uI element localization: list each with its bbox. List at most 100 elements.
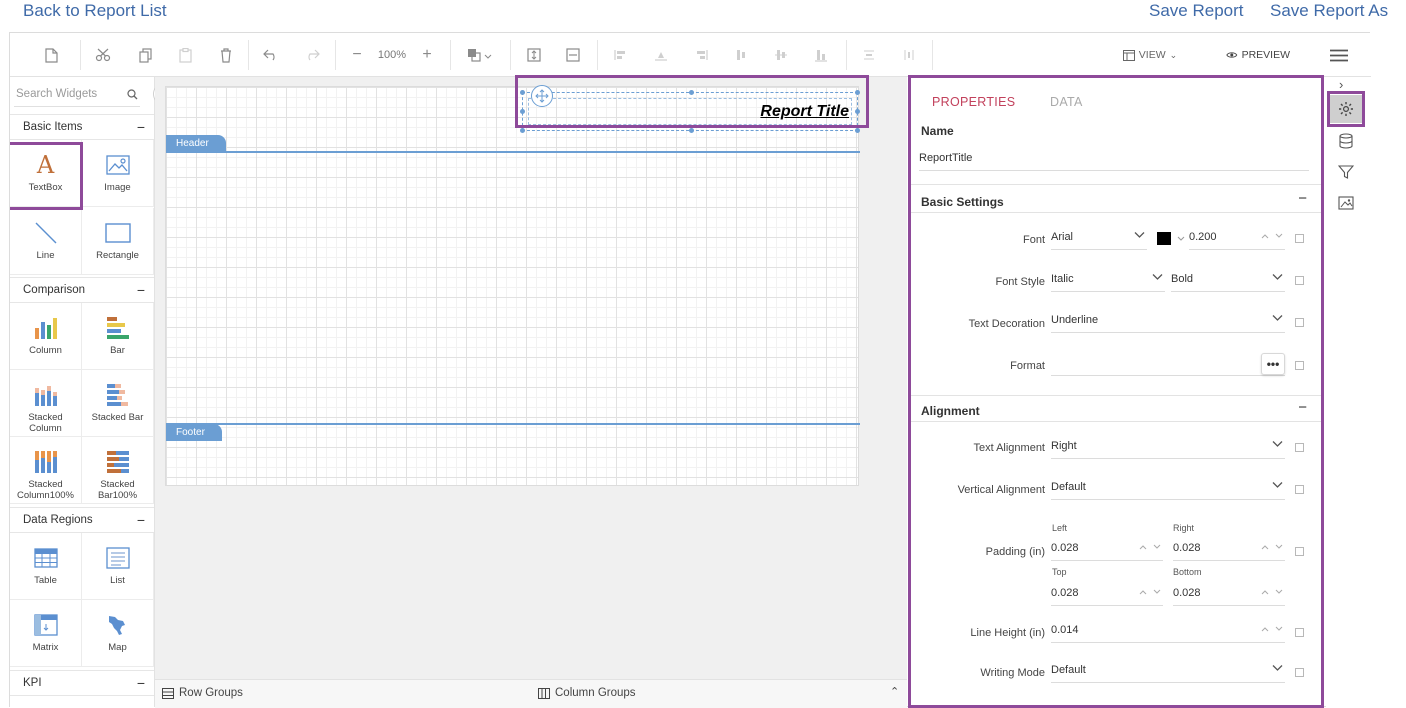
filter-button[interactable]	[1330, 158, 1362, 186]
more-options-button[interactable]: •••	[1261, 353, 1285, 375]
font-checkbox[interactable]	[1295, 234, 1304, 243]
widget-table[interactable]: Table	[10, 533, 82, 600]
widget-stacked-column-100[interactable]: Stacked Column100%	[10, 437, 82, 504]
chevron-down-icon[interactable]	[1177, 236, 1185, 242]
align-middles-icon[interactable]	[770, 44, 792, 66]
resize-handle[interactable]	[855, 128, 860, 133]
text-decoration-select[interactable]: Underline	[1051, 311, 1285, 333]
back-to-report-list-link[interactable]: Back to Report List	[23, 1, 167, 21]
resize-handle[interactable]	[855, 109, 860, 114]
resize-handle[interactable]	[689, 128, 694, 133]
header-band-tab[interactable]: Header	[166, 135, 226, 152]
undo-icon[interactable]	[260, 44, 282, 66]
text-decoration-checkbox[interactable]	[1295, 318, 1304, 327]
resize-handle[interactable]	[520, 128, 525, 133]
chevron-right-icon[interactable]: ›	[1339, 77, 1343, 92]
category-data-regions[interactable]: Data Regions −	[10, 507, 154, 533]
column-groups-button[interactable]: Column Groups	[538, 687, 636, 699]
data-source-button[interactable]	[1330, 127, 1362, 155]
footer-band-tab[interactable]: Footer	[166, 424, 222, 441]
move-handle-icon[interactable]	[531, 85, 553, 107]
save-report-as-link[interactable]: Save Report As	[1270, 1, 1388, 21]
align-centers-icon[interactable]	[650, 44, 672, 66]
name-field[interactable]: ReportTitle	[919, 149, 1309, 171]
category-kpi[interactable]: KPI −	[10, 670, 154, 696]
font-weight-select[interactable]: Bold	[1171, 270, 1285, 292]
copy-icon[interactable]	[134, 44, 156, 66]
save-report-link[interactable]: Save Report	[1149, 1, 1244, 21]
line-height-checkbox[interactable]	[1295, 628, 1304, 637]
widget-rectangle[interactable]: Rectangle	[82, 208, 154, 275]
distribute-vertical-icon[interactable]	[858, 44, 880, 66]
align-left-edges-icon[interactable]	[610, 44, 632, 66]
redo-icon[interactable]	[301, 44, 323, 66]
vertical-alignment-select[interactable]: Default	[1051, 478, 1285, 500]
expand-up-icon[interactable]: ⌃	[890, 685, 899, 698]
format-checkbox[interactable]	[1295, 361, 1304, 370]
resize-handle[interactable]	[689, 90, 694, 95]
paste-icon[interactable]	[174, 44, 196, 66]
widget-stacked-bar[interactable]: Stacked Bar	[82, 370, 154, 437]
widget-list[interactable]: List	[82, 533, 154, 600]
view-menu[interactable]: VIEW ⌄	[1122, 44, 1178, 66]
spinner-icons[interactable]	[1261, 589, 1283, 595]
padding-bottom-input[interactable]: 0.028	[1173, 584, 1285, 606]
resize-handle[interactable]	[855, 90, 860, 95]
hamburger-menu-icon[interactable]	[1328, 44, 1350, 66]
properties-gear-button[interactable]	[1330, 95, 1362, 123]
collapse-icon[interactable]: −	[137, 278, 145, 303]
align-center-icon[interactable]	[562, 44, 584, 66]
new-file-icon[interactable]	[40, 44, 62, 66]
align-right-edges-icon[interactable]	[690, 44, 712, 66]
collapse-icon[interactable]: −	[137, 508, 145, 533]
collapse-icon[interactable]: −	[1298, 399, 1307, 416]
collapse-icon[interactable]: −	[137, 671, 145, 696]
text-alignment-checkbox[interactable]	[1295, 443, 1304, 452]
selected-textbox[interactable]: Report Title	[520, 90, 860, 133]
widget-textbox[interactable]: A TextBox	[10, 140, 82, 207]
font-style-select[interactable]: Italic	[1051, 270, 1165, 292]
vertical-alignment-checkbox[interactable]	[1295, 485, 1304, 494]
align-bottom-edges-icon[interactable]	[810, 44, 832, 66]
font-color-swatch[interactable]	[1157, 232, 1171, 245]
tab-properties[interactable]: PROPERTIES	[932, 95, 1015, 109]
widget-matrix[interactable]: Matrix	[10, 600, 82, 667]
preview-button[interactable]: PREVIEW	[1226, 44, 1290, 66]
widget-stacked-column[interactable]: Stacked Column	[10, 370, 82, 437]
widget-stacked-bar-100[interactable]: Stacked Bar100%	[82, 437, 154, 504]
padding-checkbox[interactable]	[1295, 547, 1304, 556]
padding-right-input[interactable]: 0.028	[1173, 539, 1285, 561]
widget-column[interactable]: Column	[10, 303, 82, 370]
spinner-icons[interactable]	[1139, 544, 1161, 550]
arrange-order-icon[interactable]	[463, 44, 497, 66]
font-style-checkbox[interactable]	[1295, 276, 1304, 285]
cut-icon[interactable]	[92, 44, 114, 66]
resize-handle[interactable]	[520, 90, 525, 95]
font-family-select[interactable]: Arial	[1051, 228, 1147, 250]
search-icon[interactable]	[127, 87, 138, 105]
report-grid[interactable]: Header Footer Report Title	[165, 85, 860, 486]
category-basic-items[interactable]: Basic Items −	[10, 114, 154, 140]
format-input[interactable]	[1051, 354, 1285, 376]
align-middle-icon[interactable]	[523, 44, 545, 66]
padding-top-input[interactable]: 0.028	[1051, 584, 1163, 606]
category-comparison[interactable]: Comparison −	[10, 277, 154, 303]
delete-icon[interactable]	[215, 44, 237, 66]
image-manager-button[interactable]	[1330, 189, 1362, 217]
padding-left-input[interactable]: 0.028	[1051, 539, 1163, 561]
text-alignment-select[interactable]: Right	[1051, 437, 1285, 459]
spinner-icons[interactable]	[1261, 544, 1283, 550]
writing-mode-select[interactable]: Default	[1051, 661, 1285, 683]
line-height-input[interactable]: 0.014	[1051, 621, 1285, 643]
font-size-input[interactable]: 0.200	[1189, 228, 1285, 250]
writing-mode-checkbox[interactable]	[1295, 668, 1304, 677]
zoom-level[interactable]: 100%	[374, 44, 410, 66]
widget-map[interactable]: Map	[82, 600, 154, 667]
row-groups-button[interactable]: Row Groups	[162, 687, 243, 699]
collapse-icon[interactable]: −	[137, 115, 145, 140]
distribute-horizontal-icon[interactable]	[898, 44, 920, 66]
zoom-out-icon[interactable]: −	[348, 44, 366, 66]
zoom-in-icon[interactable]: +	[418, 44, 436, 66]
resize-handle[interactable]	[520, 109, 525, 114]
search-widgets-input[interactable]	[16, 85, 116, 103]
